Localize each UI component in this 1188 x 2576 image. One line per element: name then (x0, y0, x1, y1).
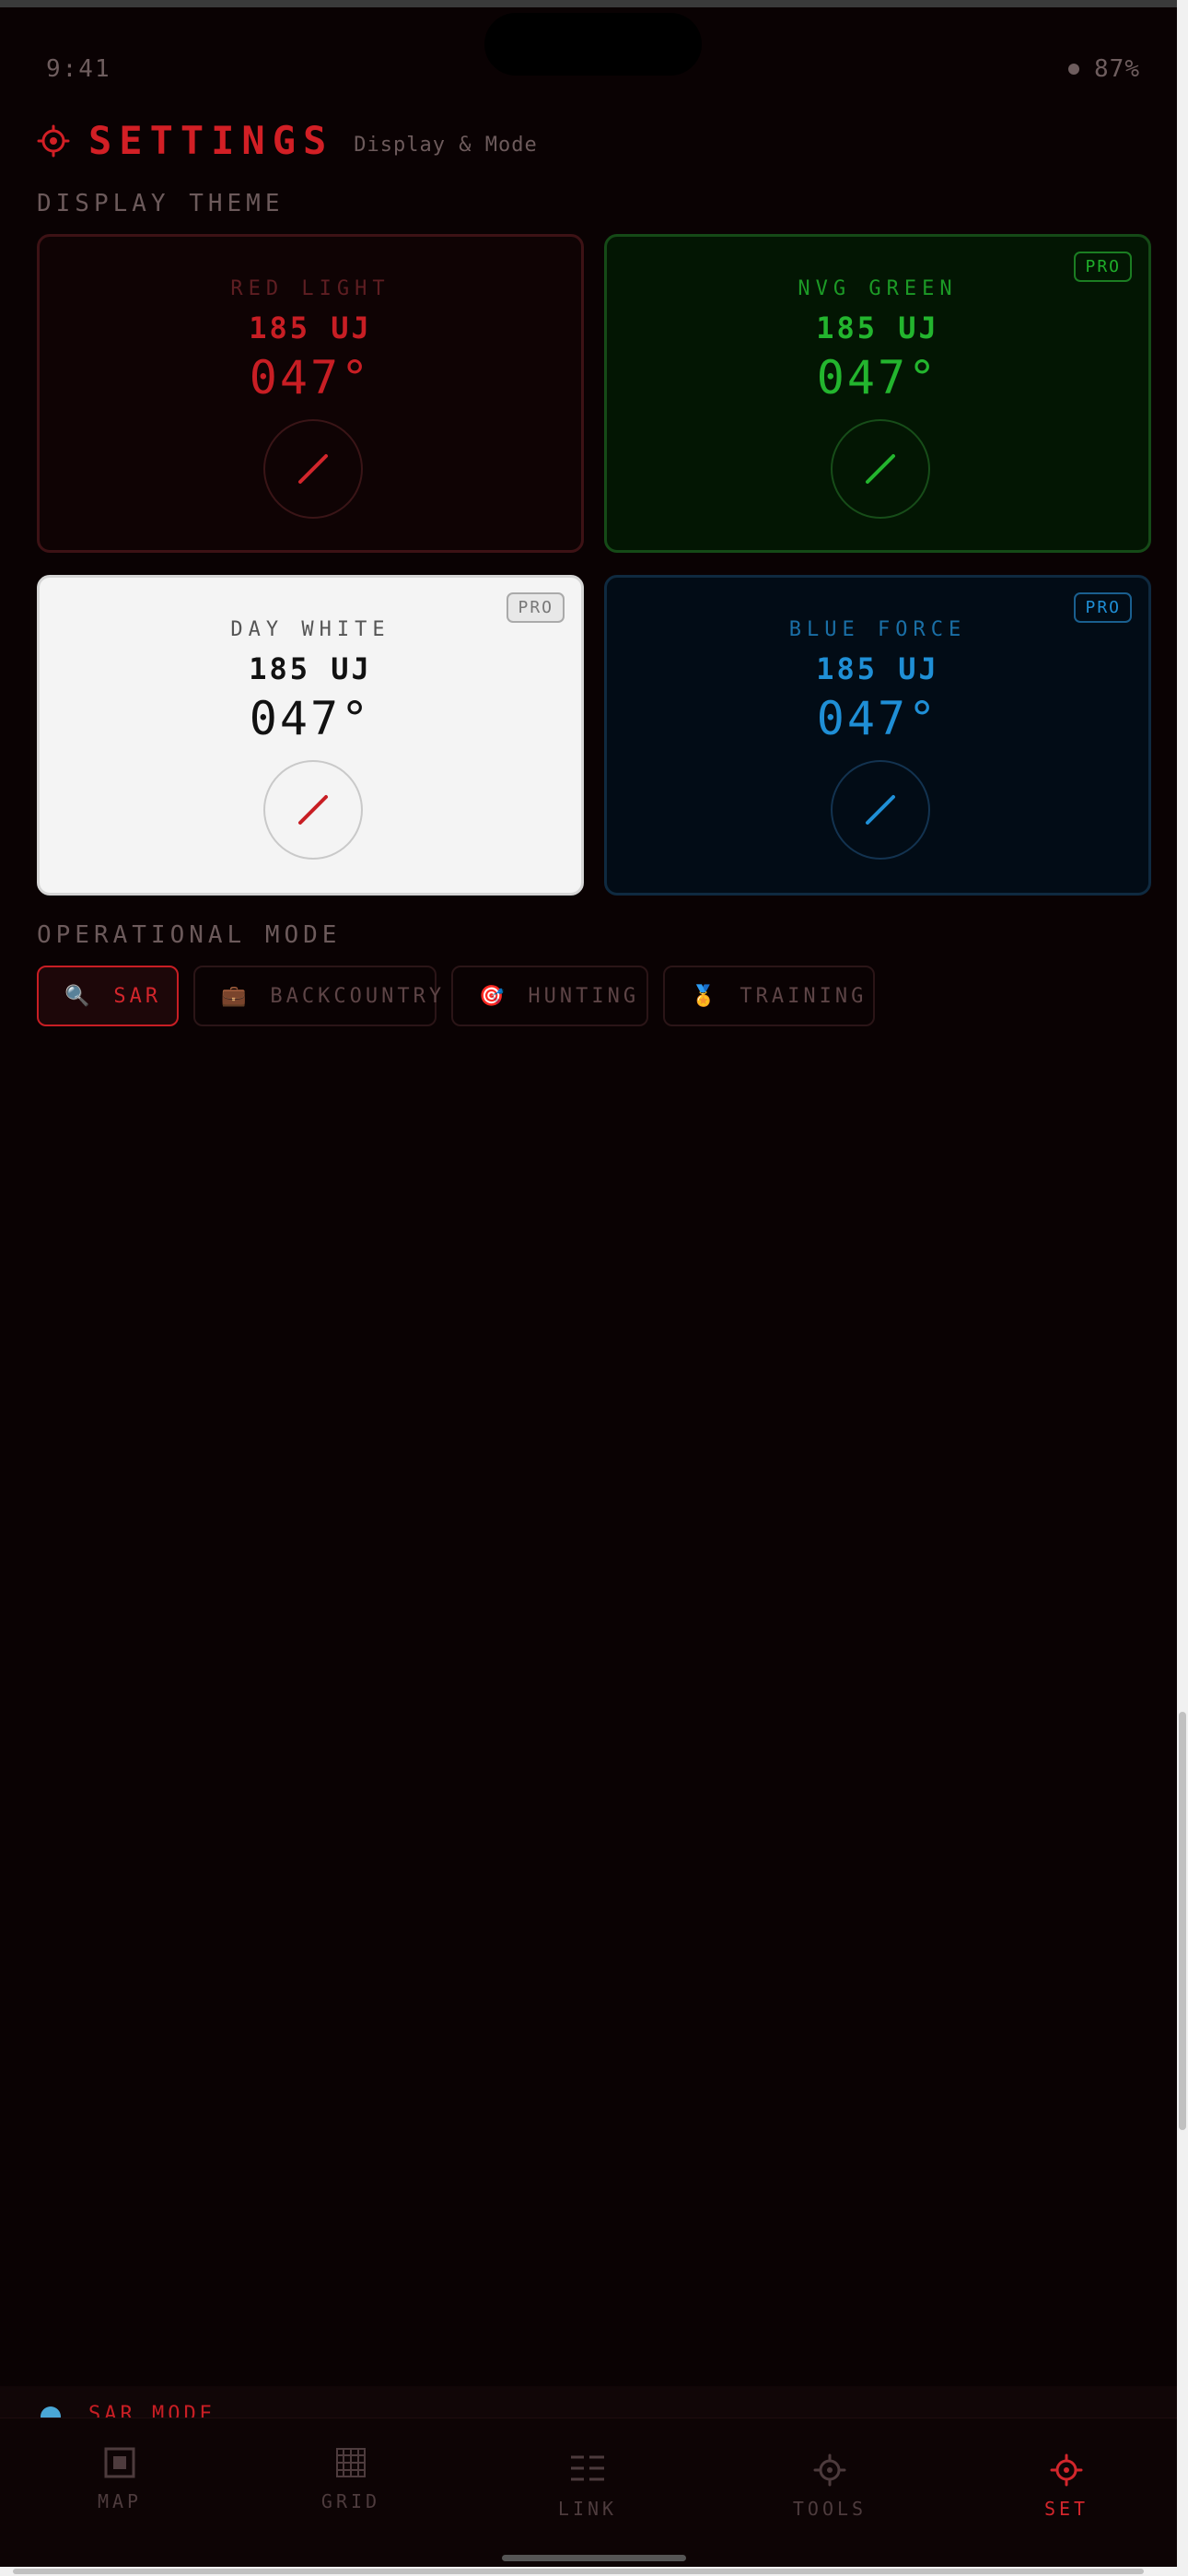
mode-chip-label: BACKCOUNTRY (270, 984, 446, 1008)
battery-dot-icon (1068, 64, 1080, 75)
bottom-nav: MAP GRID LINK TOOLS SET (0, 2418, 1177, 2576)
battery-percent: 87% (1094, 55, 1140, 83)
briefcase-icon: 💼 (221, 984, 250, 1008)
mode-chip-backcountry[interactable]: 💼 BACKCOUNTRY (193, 966, 441, 1026)
map-icon (104, 2447, 135, 2478)
scrollbar-thumb[interactable] (1179, 1712, 1186, 2130)
theme-heading-value: 047° (249, 351, 372, 404)
mode-chip-label: HUNTING (528, 984, 640, 1008)
theme-heading-value: 047° (816, 351, 939, 404)
nav-item-tools[interactable]: TOOLS (738, 2418, 922, 2520)
nav-item-link[interactable]: LINK (495, 2418, 680, 2520)
mode-chip-training[interactable]: 🏅 TRAINING (663, 966, 875, 1026)
nav-label: SET (1043, 2498, 1089, 2520)
page-title: SETTINGS (88, 118, 334, 163)
theme-heading-value: 047° (249, 692, 372, 745)
nav-label: MAP (97, 2490, 143, 2512)
mode-chip-sar[interactable]: 🔍 SAR (37, 966, 179, 1026)
page-header: SETTINGS Display & Mode (37, 118, 538, 163)
mode-chip-label: SAR (113, 984, 162, 1008)
nav-label: LINK (557, 2498, 618, 2520)
target-icon: 🎯 (479, 984, 508, 1008)
theme-name: RED LIGHT (230, 277, 390, 300)
status-battery: 87% (1068, 55, 1140, 83)
status-time: 9:41 (46, 55, 111, 83)
settings-icon (1050, 2453, 1083, 2487)
operational-mode-label: OPERATIONAL MODE (37, 921, 342, 949)
browser-top-edge (0, 0, 1188, 7)
compass-dial-icon (263, 419, 363, 519)
gear-icon (37, 124, 70, 157)
nav-label: GRID (320, 2490, 381, 2512)
nav-label: TOOLS (792, 2498, 868, 2520)
compass-dial-icon (831, 760, 930, 860)
horizontal-scrollbar[interactable] (0, 2567, 1177, 2576)
vertical-scrollbar[interactable] (1177, 0, 1188, 2576)
link-icon (571, 2455, 604, 2481)
theme-name: BLUE FORCE (788, 618, 967, 641)
display-theme-label: DISPLAY THEME (37, 190, 285, 217)
tools-icon (813, 2453, 846, 2487)
medal-icon: 🏅 (691, 984, 720, 1008)
theme-card-nvg-green[interactable]: PRO NVG GREEN 185 UJ 047° (604, 234, 1151, 553)
nav-item-grid[interactable]: GRID (259, 2418, 443, 2512)
mode-chip-hunting[interactable]: 🎯 HUNTING (451, 966, 648, 1026)
nav-item-set[interactable]: SET (974, 2418, 1159, 2520)
theme-heading-value: 047° (816, 692, 939, 745)
page-subtitle: Display & Mode (354, 134, 538, 157)
theme-uj-value: 185 UJ (816, 310, 939, 345)
search-icon: 🔍 (64, 984, 94, 1008)
dynamic-island (484, 13, 702, 76)
home-indicator (502, 2555, 686, 2561)
theme-card-red-light[interactable]: RED LIGHT 185 UJ 047° (37, 234, 584, 553)
theme-card-day-white[interactable]: PRO DAY WHITE 185 UJ 047° (37, 575, 584, 896)
theme-card-blue-force[interactable]: PRO BLUE FORCE 185 UJ 047° (604, 575, 1151, 896)
theme-uj-value: 185 UJ (249, 310, 372, 345)
compass-dial-icon (263, 760, 363, 860)
mode-status-strip: SAR MODE (0, 2386, 1177, 2419)
mode-chip-label: TRAINING (740, 984, 868, 1008)
scrollbar-thumb[interactable] (13, 2569, 1144, 2574)
theme-uj-value: 185 UJ (249, 651, 372, 686)
theme-name: DAY WHITE (230, 618, 390, 641)
theme-uj-value: 185 UJ (816, 651, 939, 686)
nav-item-map[interactable]: MAP (28, 2418, 212, 2512)
theme-name: NVG GREEN (798, 277, 958, 300)
grid-icon (336, 2448, 366, 2477)
compass-dial-icon (831, 419, 930, 519)
